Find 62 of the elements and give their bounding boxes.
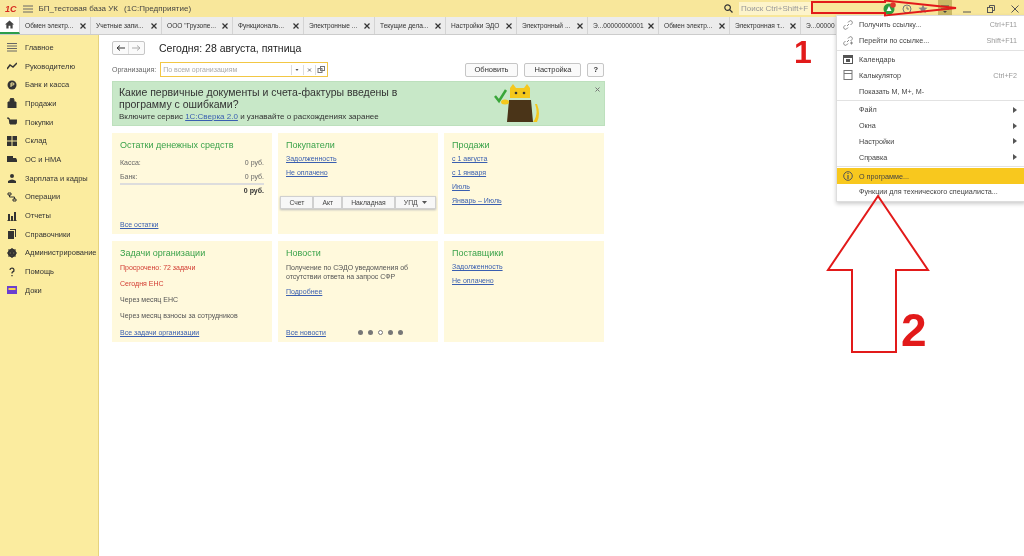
chart-icon <box>7 61 17 72</box>
notification-icon[interactable] <box>883 2 896 15</box>
annotation-number: 1 <box>794 36 812 68</box>
link-icon <box>843 19 853 30</box>
close-icon[interactable] <box>364 22 370 29</box>
banner-title: Какие первичные документы и счета-фактуры введены в программу с ошибками? <box>119 85 399 110</box>
close-icon[interactable] <box>719 22 725 29</box>
bag-icon <box>7 98 17 109</box>
pager-dot[interactable] <box>397 330 403 335</box>
close-icon[interactable] <box>577 22 583 29</box>
widget-title: Остатки денежных средств <box>120 140 235 150</box>
close-icon[interactable] <box>435 22 441 29</box>
link-plus-icon <box>843 35 853 46</box>
caret-icon[interactable] <box>421 201 427 204</box>
info-icon <box>843 171 853 182</box>
close-icon[interactable] <box>648 22 654 29</box>
pager-dot[interactable] <box>367 330 373 335</box>
settings-icon <box>7 247 17 258</box>
app-logo: 1С <box>5 3 17 14</box>
close-icon[interactable] <box>151 22 157 29</box>
house-icon <box>5 20 14 29</box>
help-icon <box>7 266 17 277</box>
home-tab[interactable] <box>0 17 20 34</box>
search-icon[interactable] <box>724 4 733 13</box>
grid-icon <box>7 135 17 146</box>
page-title: Сегодня: 28 августа, пятница <box>159 41 302 54</box>
open-icon[interactable] <box>315 64 328 75</box>
widget-title: Поставщики <box>452 248 505 258</box>
window-title: БП_тестовая база УК <box>38 4 118 13</box>
bar-chart-icon <box>7 210 17 221</box>
calendar-icon <box>843 54 853 65</box>
annotation-number: 2 <box>901 307 927 353</box>
pager-dot[interactable] <box>377 330 383 335</box>
restore-icon[interactable] <box>987 4 995 13</box>
search-field[interactable]: Поиск Ctrl+Shift+F <box>739 2 811 15</box>
close-icon[interactable] <box>506 22 512 29</box>
star-icon[interactable] <box>918 3 928 14</box>
person-icon <box>7 173 17 184</box>
books-icon <box>7 229 17 240</box>
close-icon[interactable] <box>790 22 796 29</box>
close-icon[interactable] <box>293 22 299 29</box>
close-icon[interactable] <box>80 22 86 29</box>
history-icon[interactable] <box>902 3 912 14</box>
widget-title: Покупатели <box>286 140 336 150</box>
widget-title: Новости <box>286 248 322 258</box>
service-link[interactable]: 1С:Сверка 2.0 <box>185 111 238 121</box>
truck-icon <box>7 154 17 165</box>
pager-dot[interactable] <box>357 330 363 335</box>
coin-icon <box>7 79 17 90</box>
close-icon[interactable] <box>1011 4 1019 13</box>
flow-icon <box>7 191 17 202</box>
cart-icon <box>7 117 17 128</box>
widget-title: Продажи <box>452 140 491 150</box>
folder-icon <box>7 285 17 296</box>
cat-mascot-drawing <box>493 84 539 122</box>
close-icon[interactable] <box>222 22 228 29</box>
calculator-icon <box>843 70 853 81</box>
widget-title: Задачи организации <box>120 248 207 258</box>
window-subtitle: (1С:Предприятие) <box>124 4 192 13</box>
list-icon <box>7 42 17 53</box>
pager-dot[interactable] <box>387 330 393 335</box>
banner-text: Включите сервис 1С:Сверка 2.0 и узнавайте о расхождениях заранее <box>119 111 380 121</box>
